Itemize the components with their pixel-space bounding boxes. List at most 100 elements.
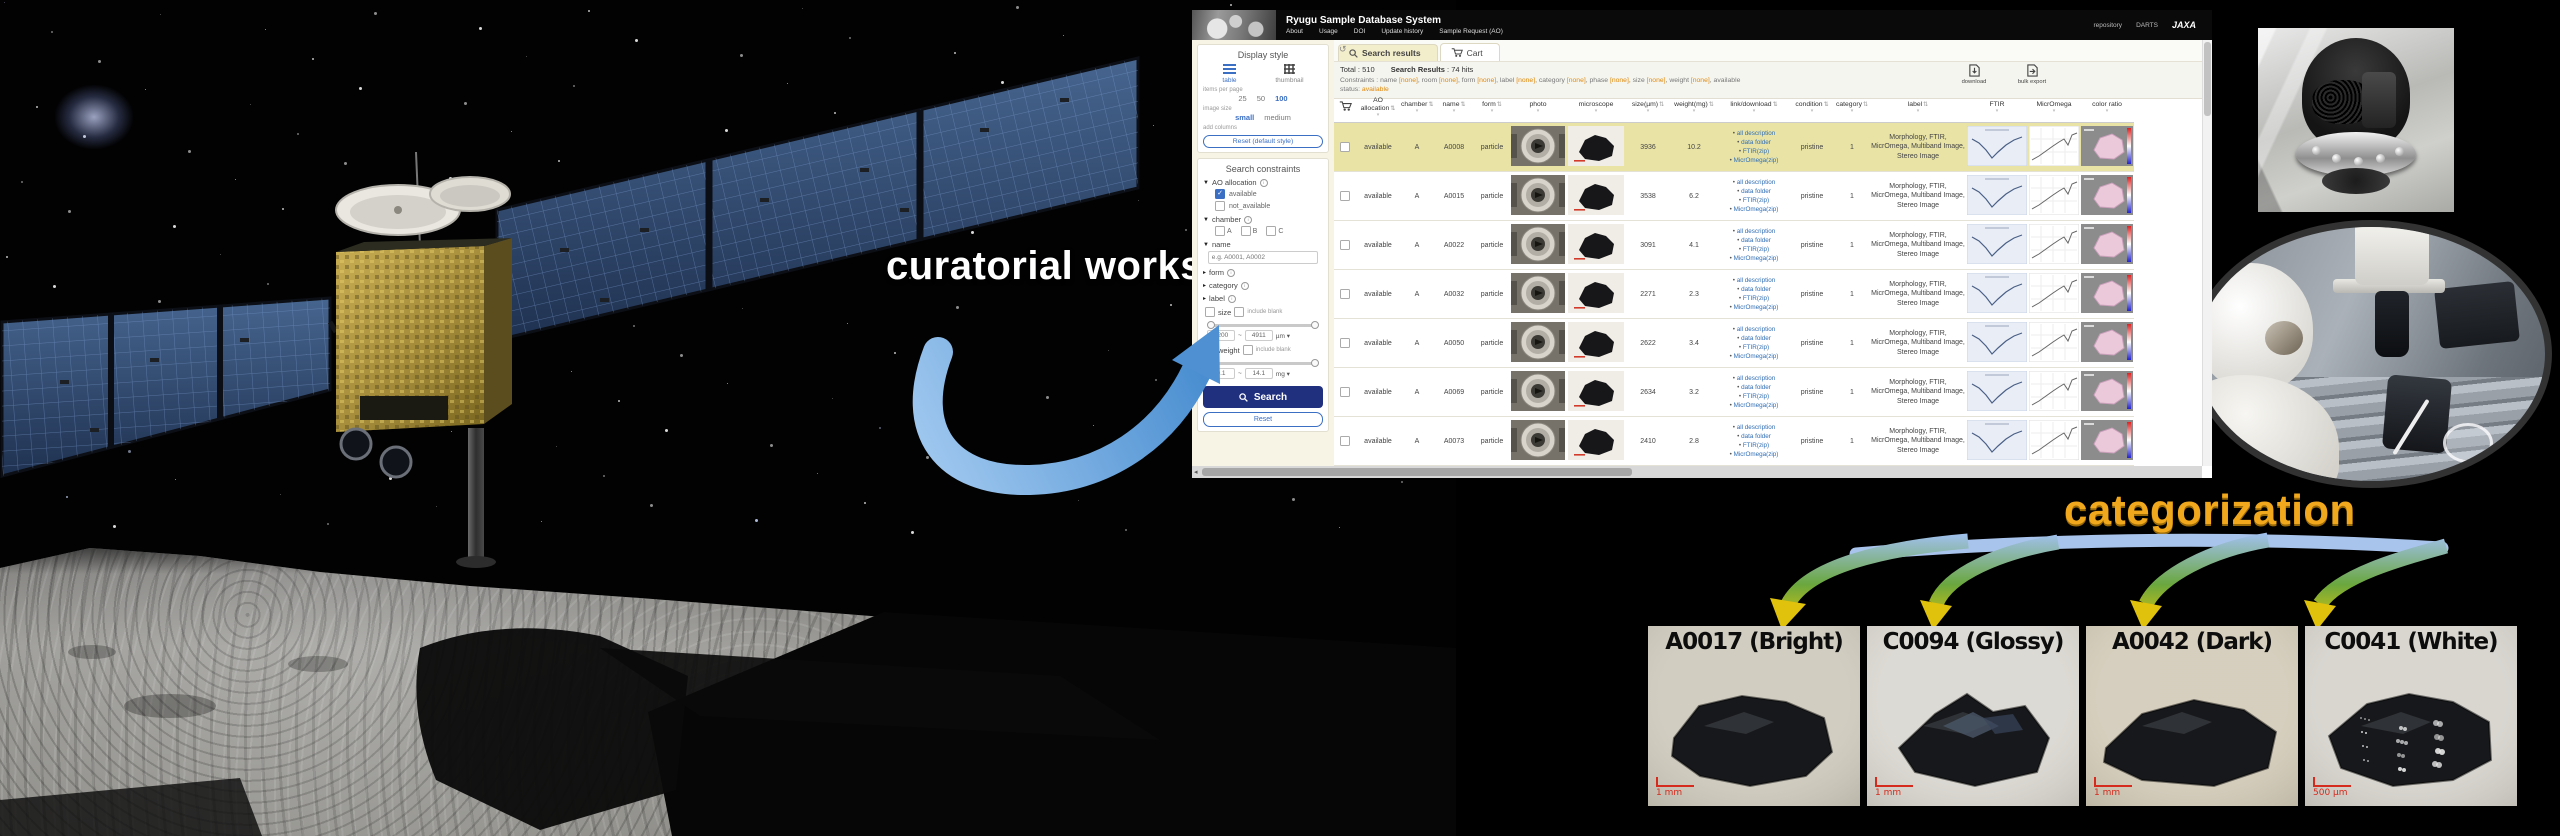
- filter-header[interactable]: ▸labeli: [1203, 294, 1323, 303]
- filter-header[interactable]: ▼AO allocationi: [1203, 178, 1323, 187]
- microscope-photo-thumb[interactable]: [1568, 224, 1624, 264]
- row-select-cell[interactable]: [1334, 368, 1356, 417]
- thumbnail-view-button[interactable]: thumbnail: [1275, 64, 1303, 84]
- column-header[interactable]: chamber⇅▾: [1400, 92, 1434, 123]
- nav-item-4[interactable]: Sample Request (AO): [1439, 28, 1503, 35]
- row-link[interactable]: FTIR(zip): [1719, 245, 1789, 254]
- range-max-input[interactable]: 4911: [1245, 330, 1273, 341]
- bulk-export-button[interactable]: bulk export: [2012, 64, 2052, 85]
- container-photo-thumb[interactable]: [1511, 224, 1565, 264]
- range-filter-header[interactable]: weightinclude blank: [1205, 345, 1323, 355]
- row-select-cell[interactable]: [1334, 172, 1356, 221]
- column-header[interactable]: name⇅▾: [1434, 92, 1474, 123]
- filter-caret-icon[interactable]: ▾: [1791, 109, 1833, 113]
- row-link[interactable]: MicrOmega(zip): [1719, 401, 1789, 410]
- items-per-page-option[interactable]: 25: [1238, 94, 1246, 103]
- column-header[interactable]: link/download⇅▾: [1718, 92, 1790, 123]
- chamber-option[interactable]: B: [1241, 226, 1258, 236]
- row-select-cell[interactable]: [1334, 123, 1356, 172]
- name-filter-input[interactable]: [1208, 251, 1318, 264]
- sort-icon[interactable]: ⇅: [1659, 102, 1664, 108]
- column-header[interactable]: form⇅▾: [1474, 92, 1510, 123]
- range-slider[interactable]: [1209, 324, 1317, 327]
- vertical-scrollbar[interactable]: [2202, 40, 2212, 466]
- row-link[interactable]: data folder: [1719, 138, 1789, 147]
- row-link[interactable]: data folder: [1719, 285, 1789, 294]
- row-link[interactable]: FTIR(zip): [1719, 294, 1789, 303]
- row-link[interactable]: FTIR(zip): [1719, 392, 1789, 401]
- nav-item-0[interactable]: About: [1286, 28, 1303, 35]
- ftir-chart-thumb[interactable]: [1967, 322, 2027, 362]
- sort-icon[interactable]: ⇅: [1497, 102, 1502, 108]
- color-ratio-thumb[interactable]: [2081, 126, 2133, 166]
- checkbox[interactable]: ✓: [1215, 189, 1225, 199]
- row-link[interactable]: all description: [1719, 374, 1789, 383]
- row-link[interactable]: MicrOmega(zip): [1719, 205, 1789, 214]
- slider-handle-min[interactable]: [1207, 321, 1215, 329]
- column-header[interactable]: size(µm)⇅▾: [1626, 92, 1670, 123]
- micromega-chart-thumb[interactable]: [2029, 126, 2079, 166]
- row-link[interactable]: all description: [1719, 178, 1789, 187]
- row-link[interactable]: data folder: [1719, 383, 1789, 392]
- filter-caret-icon[interactable]: ▾: [2081, 109, 2133, 113]
- checkbox[interactable]: [1215, 201, 1225, 211]
- nav-item-1[interactable]: Usage: [1319, 28, 1338, 35]
- row-link[interactable]: MicrOmega(zip): [1719, 303, 1789, 312]
- color-ratio-thumb[interactable]: [2081, 420, 2133, 460]
- column-header[interactable]: MicrOmega▾: [2028, 92, 2080, 123]
- color-ratio-thumb[interactable]: [2081, 371, 2133, 411]
- logo-darts[interactable]: DARTS: [2136, 22, 2158, 29]
- row-select-cell[interactable]: [1334, 270, 1356, 319]
- filter-caret-icon[interactable]: ▾: [1719, 109, 1789, 113]
- collapse-sidebar-icon[interactable]: ↺: [1339, 44, 1347, 55]
- nav-item-3[interactable]: Update history: [1381, 28, 1423, 35]
- reset-style-button[interactable]: Reset (default style): [1203, 135, 1323, 148]
- filter-caret-icon[interactable]: ▾: [1475, 109, 1509, 113]
- sort-icon[interactable]: ⇅: [1390, 106, 1395, 112]
- range-min-input[interactable]: 0.1: [1207, 368, 1235, 379]
- row-select-cell[interactable]: [1334, 319, 1356, 368]
- microscope-photo-thumb[interactable]: [1568, 126, 1624, 166]
- row-link[interactable]: FTIR(zip): [1719, 343, 1789, 352]
- filter-caret-icon[interactable]: ▾: [1627, 109, 1669, 113]
- row-link[interactable]: all description: [1719, 276, 1789, 285]
- filter-caret-icon[interactable]: ▾: [1567, 109, 1625, 113]
- table-view-button[interactable]: table: [1222, 64, 1236, 84]
- slider-handle-max[interactable]: [1311, 359, 1319, 367]
- container-photo-thumb[interactable]: [1511, 273, 1565, 313]
- row-select-cell[interactable]: [1334, 417, 1356, 466]
- column-header[interactable]: color ratio▾: [2080, 92, 2134, 123]
- checkbox[interactable]: [1241, 226, 1251, 236]
- range-filter-header[interactable]: sizeinclude blank: [1205, 307, 1323, 317]
- row-link[interactable]: MicrOmega(zip): [1719, 254, 1789, 263]
- color-ratio-thumb[interactable]: [2081, 273, 2133, 313]
- micromega-chart-thumb[interactable]: [2029, 224, 2079, 264]
- row-link[interactable]: FTIR(zip): [1719, 441, 1789, 450]
- microscope-photo-thumb[interactable]: [1568, 175, 1624, 215]
- checkbox[interactable]: [1266, 226, 1276, 236]
- color-ratio-thumb[interactable]: [2081, 322, 2133, 362]
- column-header[interactable]: microscope▾: [1566, 92, 1626, 123]
- sort-icon[interactable]: ⇅: [1863, 102, 1868, 108]
- row-checkbox[interactable]: [1340, 142, 1350, 152]
- row-link[interactable]: MicrOmega(zip): [1719, 352, 1789, 361]
- filter-caret-icon[interactable]: ▾: [1357, 113, 1399, 117]
- range-slider[interactable]: [1209, 362, 1317, 365]
- color-ratio-thumb[interactable]: [2081, 224, 2133, 264]
- filter-header[interactable]: ▸formi: [1203, 268, 1323, 277]
- filter-caret-icon[interactable]: ▾: [1671, 109, 1717, 113]
- row-link[interactable]: all description: [1719, 227, 1789, 236]
- ftir-chart-thumb[interactable]: [1967, 273, 2027, 313]
- checkbox[interactable]: [1215, 226, 1225, 236]
- row-link[interactable]: all description: [1719, 423, 1789, 432]
- column-header[interactable]: weight(mg)⇅▾: [1670, 92, 1718, 123]
- sort-icon[interactable]: ⇅: [1460, 102, 1465, 108]
- row-checkbox[interactable]: [1340, 436, 1350, 446]
- filter-option[interactable]: ✓available: [1215, 189, 1323, 199]
- tab-cart[interactable]: Cart: [1440, 43, 1500, 61]
- tab-search-results[interactable]: Search results: [1338, 44, 1438, 61]
- sort-icon[interactable]: ⇅: [1923, 102, 1928, 108]
- filter-option[interactable]: not_available: [1215, 201, 1323, 211]
- container-photo-thumb[interactable]: [1511, 322, 1565, 362]
- sort-icon[interactable]: ⇅: [1428, 102, 1433, 108]
